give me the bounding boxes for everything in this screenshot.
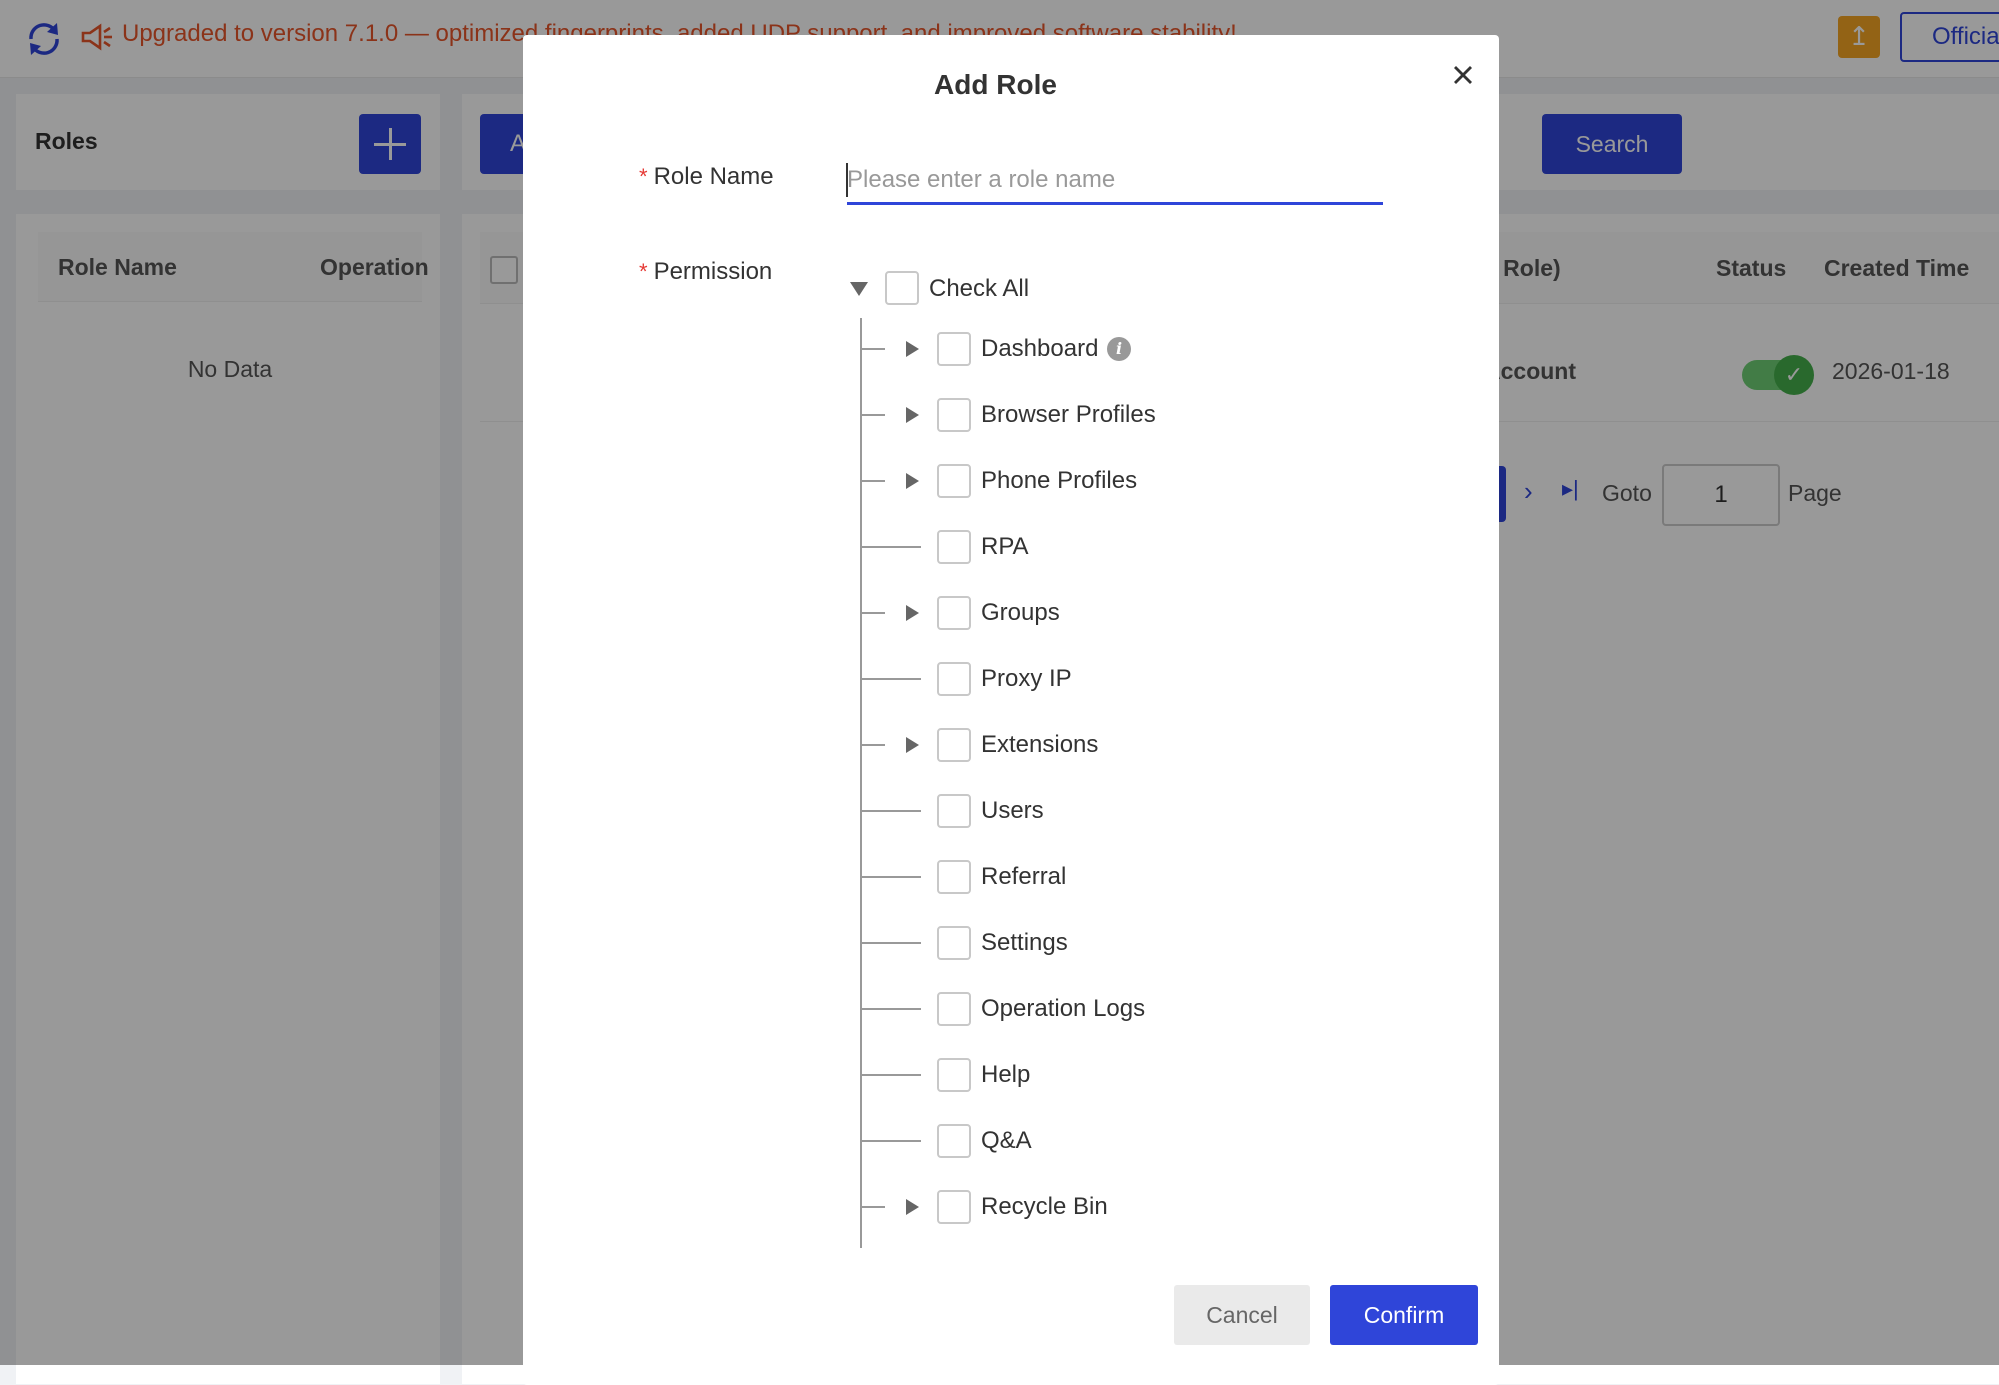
permission-label-item: Referral xyxy=(981,863,1067,890)
permission-label-item: Extensions xyxy=(981,731,1099,758)
permission-label-item: Groups xyxy=(981,599,1060,626)
tree-branch-line xyxy=(861,1140,921,1142)
permission-label-text: Permission xyxy=(653,258,773,285)
tree-branch-line xyxy=(861,546,921,548)
permission-label-item: Settings xyxy=(981,929,1068,956)
tree-branch-line xyxy=(861,810,921,812)
expand-arrow-icon[interactable] xyxy=(906,407,919,423)
expand-arrow-icon[interactable] xyxy=(906,605,919,621)
expand-arrow-icon[interactable] xyxy=(906,341,919,357)
tree-branch-line xyxy=(861,876,921,878)
permission-label-item: Dashboard xyxy=(981,335,1099,362)
permission-checkbox[interactable] xyxy=(937,662,971,696)
tree-guide-line xyxy=(860,318,862,1248)
role-name-input[interactable] xyxy=(847,157,1383,205)
permission-label-item: RPA xyxy=(981,533,1029,560)
role-name-label-text: Role Name xyxy=(653,163,774,190)
permission-checkbox[interactable] xyxy=(937,794,971,828)
permission-label-item: Operation Logs xyxy=(981,995,1146,1022)
required-mark: * xyxy=(639,164,648,189)
tree-branch-line xyxy=(861,1008,921,1010)
permission-label-item: Users xyxy=(981,797,1044,824)
permission-checkbox[interactable] xyxy=(937,596,971,630)
info-icon[interactable]: i xyxy=(1107,337,1131,361)
permission-label-item: Q&A xyxy=(981,1127,1032,1154)
tree-branch-line xyxy=(861,744,885,746)
check-all-label: Check All xyxy=(929,275,1030,302)
permission-label-item: Phone Profiles xyxy=(981,467,1138,494)
tree-branch-line xyxy=(861,1074,921,1076)
permission-checkbox[interactable] xyxy=(937,992,971,1026)
expand-arrow-icon[interactable] xyxy=(906,737,919,753)
cancel-button[interactable]: Cancel xyxy=(1174,1285,1310,1345)
confirm-button[interactable]: Confirm xyxy=(1330,1285,1478,1345)
permission-checkbox[interactable] xyxy=(937,1124,971,1158)
expand-arrow-icon[interactable] xyxy=(906,473,919,489)
permission-checkbox[interactable] xyxy=(937,332,971,366)
tree-branch-line xyxy=(861,942,921,944)
tree-branch-line xyxy=(861,1206,885,1208)
permission-label-item: Browser Profiles xyxy=(981,401,1156,428)
permission-checkbox[interactable] xyxy=(937,926,971,960)
expand-arrow-icon[interactable] xyxy=(906,1199,919,1215)
tree-branch-line xyxy=(861,678,921,680)
dialog-title: Add Role xyxy=(934,69,1057,100)
check-all-checkbox[interactable] xyxy=(885,271,919,305)
tree-branch-line xyxy=(861,348,885,350)
permission-label-item: Recycle Bin xyxy=(981,1193,1108,1220)
permission-checkbox[interactable] xyxy=(937,398,971,432)
permission-label-item: Help xyxy=(981,1061,1031,1088)
tree-branch-line xyxy=(861,414,885,416)
permission-label: * Permission xyxy=(639,258,772,286)
permission-checkbox[interactable] xyxy=(937,860,971,894)
text-caret xyxy=(846,163,848,197)
permission-label-item: Proxy IP xyxy=(981,665,1072,692)
collapse-arrow-icon[interactable] xyxy=(850,282,868,296)
add-role-dialog: Add Role *Role Name *Permission Check Al… xyxy=(523,35,1499,1385)
permission-checkbox[interactable] xyxy=(937,728,971,762)
permission-checkbox[interactable] xyxy=(937,464,971,498)
permission-checkbox[interactable] xyxy=(937,530,971,564)
permission-checkbox[interactable] xyxy=(937,1058,971,1092)
permission-checkbox[interactable] xyxy=(937,1190,971,1224)
tree-branch-line xyxy=(861,480,885,482)
tree-branch-line xyxy=(861,612,885,614)
required-mark: * xyxy=(639,259,648,284)
close-icon[interactable] xyxy=(1447,59,1479,91)
role-name-label: * Role Name xyxy=(639,163,774,191)
